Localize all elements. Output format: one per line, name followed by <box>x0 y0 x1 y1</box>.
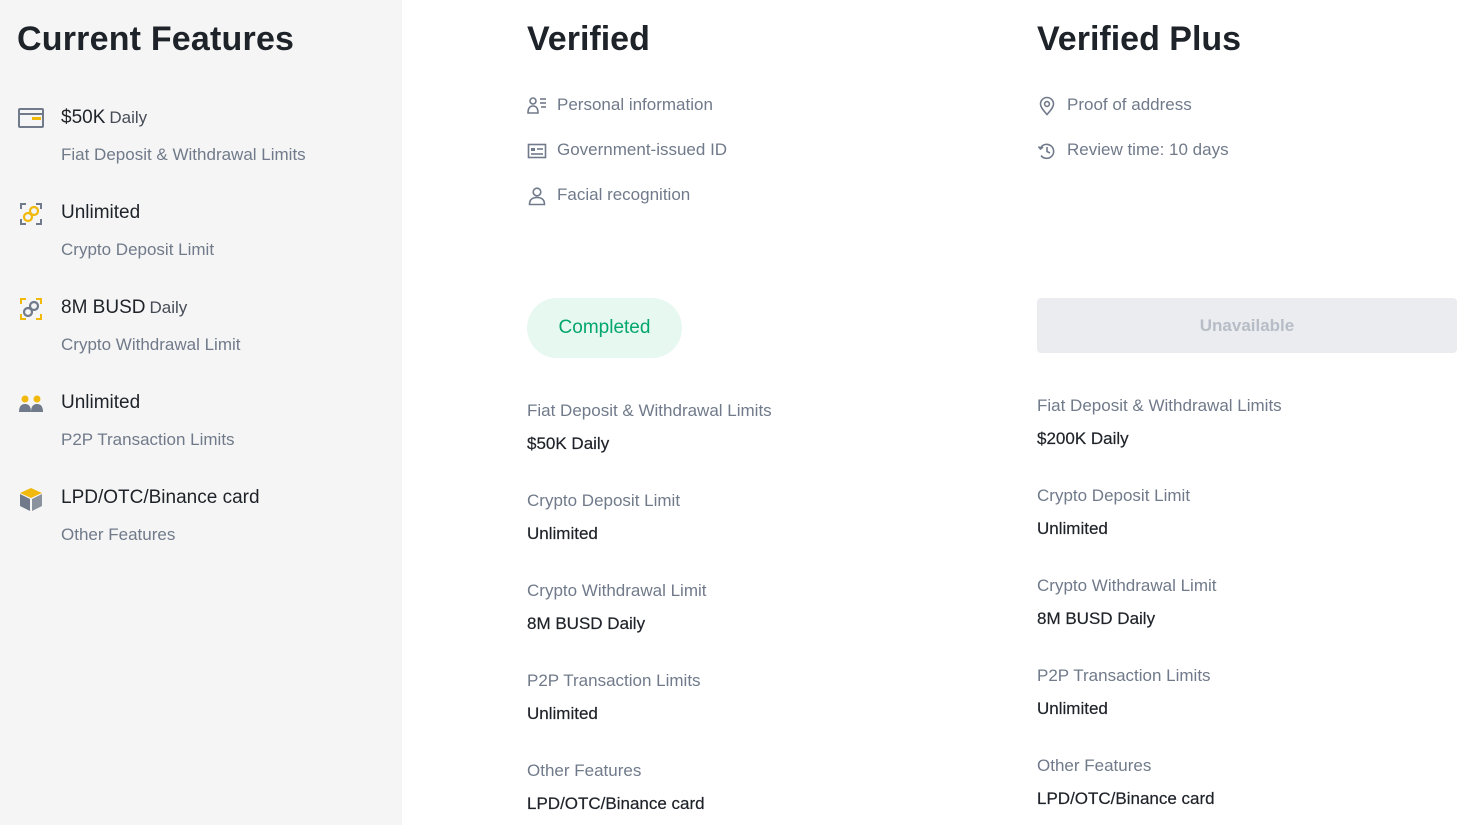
box-icon <box>18 486 44 512</box>
limit-label: Other Features <box>1037 756 1152 775</box>
limit-item: Crypto Deposit Limit Unlimited <box>1037 486 1457 539</box>
limit-label: Crypto Deposit Limit <box>527 491 681 510</box>
limit-label: Other Features <box>527 761 642 780</box>
feature-label: Crypto Deposit Limit <box>61 240 215 259</box>
limit-item: Fiat Deposit & Withdrawal Limits $200K D… <box>1037 396 1457 449</box>
crypto-withdrawal-icon <box>18 296 44 322</box>
clock-history-icon <box>1037 141 1057 161</box>
feature-suffix: Daily <box>109 108 148 127</box>
feature-value: LPD/OTC/Binance card <box>61 487 260 508</box>
limit-item: Crypto Withdrawal Limit 8M BUSD Daily <box>1037 576 1457 629</box>
completed-status-badge: Completed <box>527 298 682 358</box>
requirement-label: Government-issued ID <box>557 140 728 159</box>
limit-label: Fiat Deposit & Withdrawal Limits <box>527 401 772 420</box>
person-icon <box>527 186 547 206</box>
card-icon <box>18 106 44 132</box>
current-features-panel: Current Features $50K Daily Fiat Deposit … <box>0 0 402 825</box>
feature-value: Unlimited <box>61 202 141 223</box>
feature-label: Fiat Deposit & Withdrawal Limits <box>61 145 306 164</box>
limit-value: 8M BUSD Daily <box>527 614 646 633</box>
limit-label: Crypto Withdrawal Limit <box>527 581 707 600</box>
requirement-label: Personal information <box>557 95 713 114</box>
requirement-label: Review time: 10 days <box>1067 140 1229 159</box>
feature-value: Unlimited <box>61 392 141 413</box>
users-icon <box>18 391 44 417</box>
limit-value: LPD/OTC/Binance card <box>527 794 705 813</box>
limit-item: P2P Transaction Limits Unlimited <box>1037 666 1457 719</box>
verified-title: Verified <box>527 20 650 58</box>
feature-value: $50K <box>61 107 106 128</box>
location-pin-icon <box>1037 96 1057 116</box>
limit-item: Other Features LPD/OTC/Binance card <box>527 761 947 814</box>
limit-item: Fiat Deposit & Withdrawal Limits $50K Da… <box>527 401 947 454</box>
verified-column: Verified Personal information Government… <box>527 0 957 825</box>
verification-levels-page: Current Features $50K Daily Fiat Deposit … <box>0 0 1464 825</box>
limit-label: P2P Transaction Limits <box>1037 666 1211 685</box>
limit-item: Crypto Deposit Limit Unlimited <box>527 491 947 544</box>
limit-value: Unlimited <box>527 524 598 543</box>
limit-label: Crypto Deposit Limit <box>1037 486 1191 505</box>
limit-item: Other Features LPD/OTC/Binance card <box>1037 756 1457 809</box>
feature-label: P2P Transaction Limits <box>61 430 235 449</box>
unavailable-button[interactable]: Unavailable <box>1037 298 1457 353</box>
limit-value: Unlimited <box>1037 519 1108 538</box>
feature-label: Crypto Withdrawal Limit <box>61 335 241 354</box>
limit-item: Crypto Withdrawal Limit 8M BUSD Daily <box>527 581 947 634</box>
feature-suffix: Daily <box>149 298 188 317</box>
requirement-label: Facial recognition <box>557 185 691 204</box>
feature-label: Other Features <box>61 525 176 544</box>
feature-value: 8M BUSD <box>61 297 146 318</box>
limit-value: Unlimited <box>1037 699 1108 718</box>
verified-plus-column: Verified Plus Proof of address Review ti… <box>1037 0 1464 825</box>
limit-value: LPD/OTC/Binance card <box>1037 789 1215 808</box>
person-list-icon <box>527 96 547 116</box>
id-card-icon <box>527 141 547 161</box>
limit-label: Crypto Withdrawal Limit <box>1037 576 1217 595</box>
limit-value: Unlimited <box>527 704 598 723</box>
limit-value: 8M BUSD Daily <box>1037 609 1156 628</box>
limit-label: Fiat Deposit & Withdrawal Limits <box>1037 396 1282 415</box>
limit-item: P2P Transaction Limits Unlimited <box>527 671 947 724</box>
verified-plus-title: Verified Plus <box>1037 20 1242 58</box>
requirement-label: Proof of address <box>1067 95 1192 114</box>
limit-value: $50K Daily <box>527 434 610 453</box>
crypto-deposit-icon <box>18 201 44 227</box>
limit-value: $200K Daily <box>1037 429 1129 448</box>
current-features-title: Current Features <box>17 20 295 58</box>
limit-label: P2P Transaction Limits <box>527 671 701 690</box>
